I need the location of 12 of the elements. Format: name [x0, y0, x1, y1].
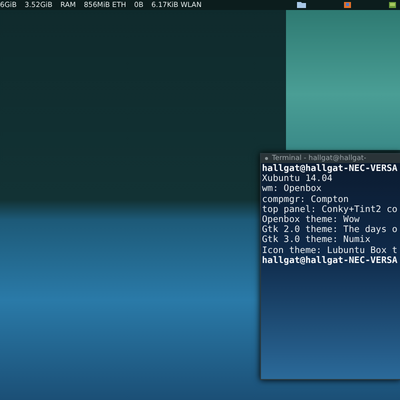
terminal-line: Icon theme: Lubuntu Box t	[262, 246, 398, 256]
terminal-line: top panel: Conky+Tint2 co	[262, 204, 398, 215]
window-menu-icon[interactable]	[265, 157, 268, 160]
folder-icon[interactable]	[297, 2, 306, 8]
terminal-line: Gtk 3.0 theme: Numix	[262, 235, 372, 246]
terminal-line: hallgat@hallgat-NEC-VERSA	[262, 256, 398, 266]
terminal-line: Gtk 2.0 theme: The days o	[262, 225, 398, 236]
terminal-line: Xubuntu 14.04	[262, 174, 334, 184]
terminal-line: wm: Openbox	[262, 184, 323, 195]
terminal-line: compmgr: Compton	[262, 194, 350, 205]
terminal-line: Openbox theme: Wow	[262, 215, 361, 226]
terminal-line: hallgat@hallgat-NEC-VERSA	[262, 164, 398, 174]
